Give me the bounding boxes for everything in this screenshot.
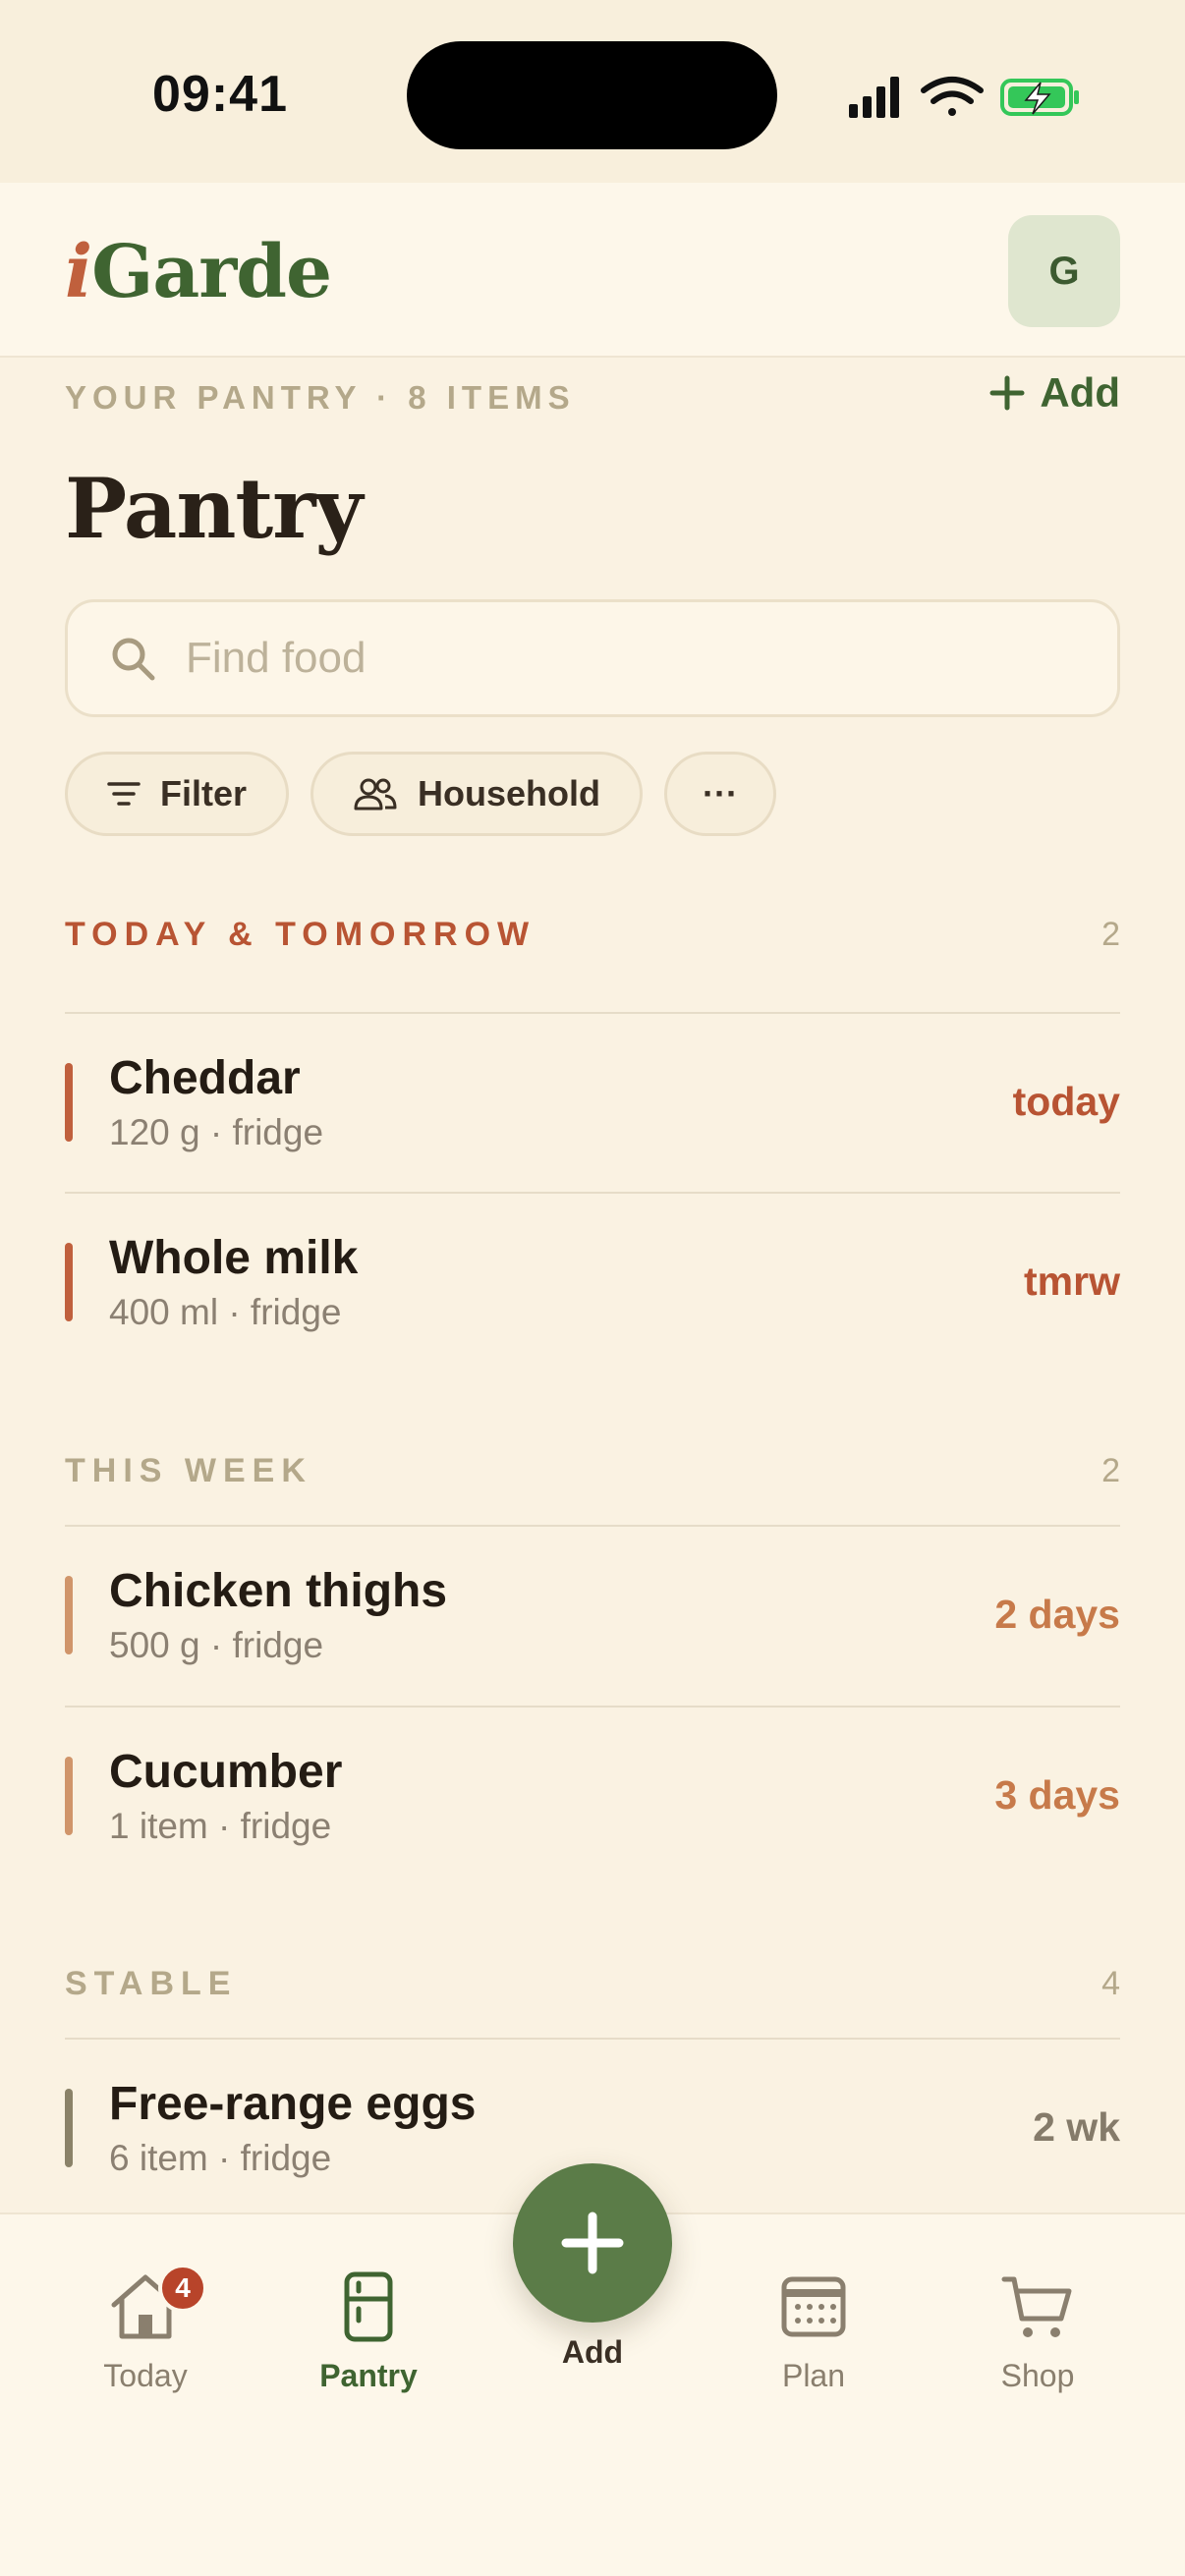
today-badge: 4 bbox=[158, 2264, 207, 2313]
item-meta: 120 g · fridge bbox=[109, 1112, 324, 1152]
plus-icon bbox=[561, 2212, 624, 2274]
freshness-indicator bbox=[65, 1063, 73, 1142]
nav-pantry-label: Pantry bbox=[319, 2358, 418, 2393]
group-label: TODAY & TOMORROW bbox=[65, 916, 536, 953]
nav-pantry[interactable]: Pantry bbox=[280, 2271, 457, 2394]
filter-chip-label: Filter bbox=[160, 773, 248, 813]
battery-charging-icon bbox=[1000, 79, 1079, 116]
nav-today[interactable]: 4 Today bbox=[57, 2264, 234, 2394]
item-meta: 400 ml · fridge bbox=[109, 1292, 342, 1332]
freshness-indicator bbox=[65, 1757, 73, 1835]
group-header-today-tomorrow: TODAY & TOMORROW 2 bbox=[65, 916, 1120, 954]
add-fab-button[interactable] bbox=[513, 2163, 672, 2323]
filter-chips: Filter Household ··· bbox=[65, 752, 777, 836]
avatar[interactable]: G bbox=[1008, 215, 1120, 327]
nav-plan-label: Plan bbox=[781, 2358, 846, 2393]
people-icon bbox=[354, 778, 397, 811]
item-name: Whole milk bbox=[109, 1232, 359, 1284]
item-due: today bbox=[1012, 1079, 1120, 1124]
item-name: Chicken thighs bbox=[109, 1565, 448, 1617]
item-meta: 1 item · fridge bbox=[109, 1806, 332, 1846]
nav-shop[interactable]: Shop bbox=[949, 2271, 1126, 2394]
pantry-item-count: YOUR PANTRY · 8 ITEMS bbox=[65, 379, 576, 416]
add-item-link[interactable]: Add bbox=[988, 369, 1120, 417]
add-fab-label: Add bbox=[561, 2334, 624, 2370]
app-header: iGarde G bbox=[0, 183, 1185, 358]
page-title: Pantry bbox=[65, 460, 363, 557]
group-count: 4 bbox=[1101, 1965, 1120, 2002]
nav-today-label: Today bbox=[103, 2358, 188, 2393]
status-time: 09:41 bbox=[152, 66, 288, 123]
item-due: 2 days bbox=[994, 1592, 1120, 1637]
dynamic-island bbox=[407, 41, 777, 149]
item-due: tmrw bbox=[1024, 1259, 1120, 1304]
calendar-icon bbox=[781, 2276, 846, 2337]
status-icons bbox=[849, 77, 1079, 118]
cellular-signal-icon bbox=[849, 77, 899, 118]
item-name: Cheddar bbox=[109, 1052, 301, 1104]
search-bar[interactable] bbox=[65, 599, 1120, 717]
shopping-cart-icon bbox=[1001, 2276, 1072, 2337]
filter-chip[interactable]: Filter bbox=[65, 752, 290, 836]
pantry-item-cucumber[interactable]: Cucumber 1 item · fridge 3 days bbox=[65, 1708, 1120, 1884]
search-input[interactable] bbox=[186, 634, 1070, 683]
group-label: STABLE bbox=[65, 1965, 238, 2002]
item-meta: 500 g · fridge bbox=[109, 1625, 324, 1665]
item-name: Cucumber bbox=[109, 1746, 343, 1798]
plus-icon bbox=[989, 375, 1025, 411]
group-count: 2 bbox=[1101, 916, 1120, 953]
freshness-indicator bbox=[65, 1576, 73, 1654]
app-logo: iGarde bbox=[65, 230, 332, 314]
household-chip-label: Household bbox=[418, 773, 601, 813]
fridge-icon bbox=[344, 2271, 393, 2342]
group-count: 2 bbox=[1101, 1452, 1120, 1489]
group-header-stable: STABLE 4 bbox=[65, 1965, 1120, 2003]
pantry-item-cheddar[interactable]: Cheddar 120 g · fridge today bbox=[65, 1014, 1120, 1191]
item-due: 3 days bbox=[994, 1772, 1120, 1818]
group-header-this-week: THIS WEEK 2 bbox=[65, 1452, 1120, 1490]
pantry-item-whole-milk[interactable]: Whole milk 400 ml · fridge tmrw bbox=[65, 1194, 1120, 1371]
item-meta: 6 item · fridge bbox=[109, 2138, 332, 2178]
freshness-indicator bbox=[65, 2089, 73, 2167]
group-label: THIS WEEK bbox=[65, 1452, 312, 1489]
filter-lines-icon bbox=[107, 782, 141, 806]
nav-plan[interactable]: Plan bbox=[725, 2271, 902, 2394]
freshness-indicator bbox=[65, 1243, 73, 1321]
household-chip[interactable]: Household bbox=[310, 752, 644, 836]
more-icon: ··· bbox=[703, 773, 738, 813]
status-bar: 09:41 bbox=[0, 0, 1185, 183]
add-item-label: Add bbox=[1040, 369, 1120, 416]
item-name: Free-range eggs bbox=[109, 2078, 477, 2130]
search-icon bbox=[112, 638, 155, 681]
wifi-icon bbox=[921, 77, 984, 116]
pantry-item-chicken-thighs[interactable]: Chicken thighs 500 g · fridge 2 days bbox=[65, 1527, 1120, 1704]
item-due: 2 wk bbox=[1033, 2104, 1120, 2150]
more-options-chip[interactable]: ··· bbox=[664, 752, 777, 836]
nav-shop-label: Shop bbox=[1000, 2358, 1075, 2393]
